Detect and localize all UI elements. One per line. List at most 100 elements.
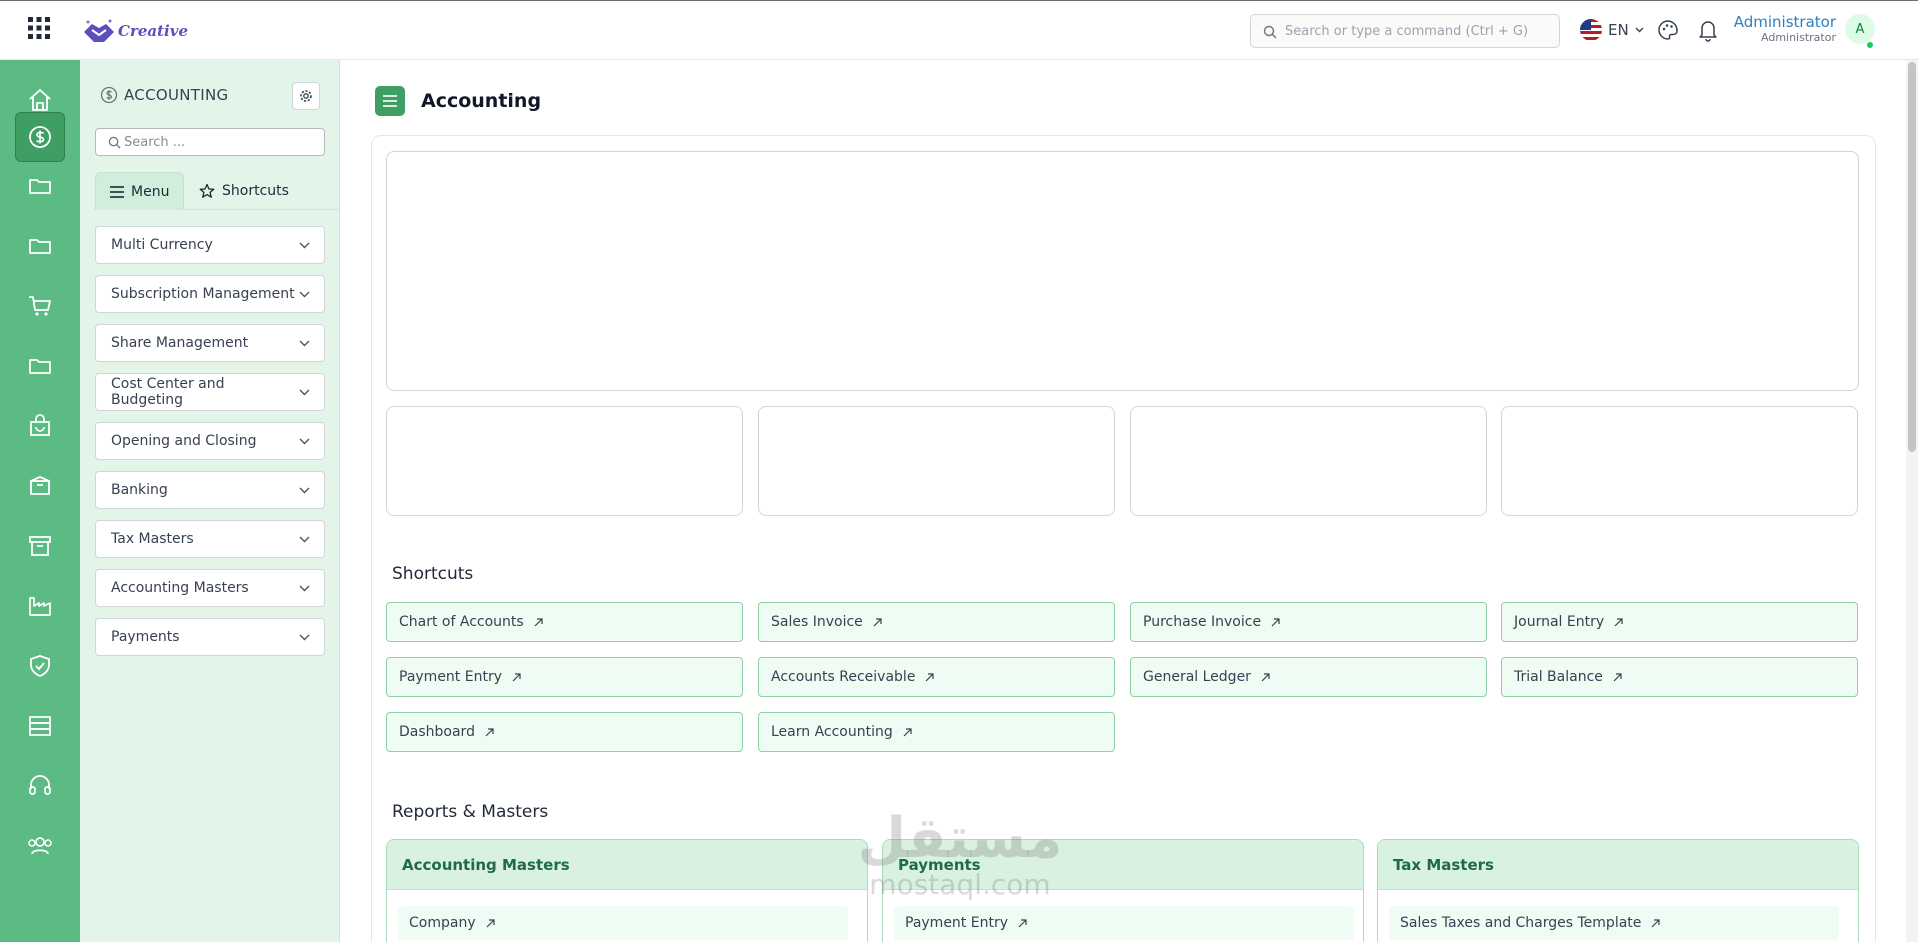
- arrow-up-right-icon: [512, 672, 521, 681]
- rail-folder-icon[interactable]: [15, 221, 65, 271]
- shortcut-label: General Ledger: [1143, 669, 1251, 685]
- shortcut-label: Learn Accounting: [771, 724, 893, 740]
- sidebar-item-label: Payments: [111, 629, 180, 645]
- user-menu[interactable]: Administrator Administrator: [1720, 13, 1836, 45]
- sidebar-item-accounting-masters[interactable]: Accounting Masters: [95, 569, 325, 607]
- arrow-up-right-icon: [1614, 617, 1623, 626]
- tab-shortcuts[interactable]: Shortcuts: [185, 172, 303, 210]
- report-card-accounting-masters: Accounting Masters Company: [386, 839, 868, 942]
- shortcut-trial-balance[interactable]: Trial Balance: [1501, 657, 1858, 697]
- logo-text: Creative: [118, 22, 188, 40]
- sidebar-search[interactable]: [95, 128, 325, 156]
- shortcut-accounts-receivable[interactable]: Accounts Receivable: [758, 657, 1115, 697]
- rail-headset-icon[interactable]: [15, 761, 65, 811]
- sidebar-item-label: Cost Center and Budgeting: [111, 376, 225, 408]
- module-rail: [0, 60, 80, 942]
- sidebar-item-cost-center[interactable]: Cost Center and Budgeting: [95, 373, 325, 411]
- shortcut-learn-accounting[interactable]: Learn Accounting: [758, 712, 1115, 752]
- sidebar-item-payments[interactable]: Payments: [95, 618, 325, 656]
- arrow-up-right-icon: [486, 918, 495, 927]
- sidebar-item-label: Multi Currency: [111, 237, 213, 253]
- dollar-circle-icon: [100, 86, 118, 104]
- arrow-up-right-icon: [1018, 918, 1027, 927]
- shortcut-purchase-invoice[interactable]: Purchase Invoice: [1130, 602, 1487, 642]
- report-card-title: Payments: [883, 840, 1363, 890]
- shortcut-label: Journal Entry: [1514, 614, 1605, 630]
- notifications-bell-icon[interactable]: [1697, 18, 1719, 42]
- page-scrollbar[interactable]: [1906, 60, 1918, 942]
- tab-menu[interactable]: Menu: [95, 172, 185, 210]
- language-selector[interactable]: EN: [1580, 19, 1644, 41]
- chevron-down-icon: [299, 389, 310, 395]
- gear-icon: [300, 90, 312, 102]
- arrow-up-right-icon: [903, 727, 912, 736]
- arrow-up-right-icon: [1261, 672, 1270, 681]
- sidebar-item-label: Tax Masters: [111, 531, 194, 547]
- language-label: EN: [1608, 21, 1629, 39]
- chevron-down-icon: [299, 438, 310, 444]
- list-icon: [110, 185, 124, 198]
- scrollbar-thumb[interactable]: [1908, 62, 1916, 452]
- sidebar-item-label: Accounting Masters: [111, 580, 249, 596]
- sidebar-search-input[interactable]: [124, 129, 324, 155]
- rail-box-icon[interactable]: [15, 461, 65, 511]
- sidebar-item-label: Subscription Management: [111, 286, 295, 302]
- report-card-title: Tax Masters: [1378, 840, 1858, 890]
- star-icon: [199, 183, 215, 198]
- number-card: [1501, 406, 1858, 516]
- shortcut-payment-entry[interactable]: Payment Entry: [386, 657, 743, 697]
- sidebar-item-opening-closing[interactable]: Opening and Closing: [95, 422, 325, 460]
- workspace-sidebar: ACCOUNTING Menu Shortcuts Multi Currency…: [80, 60, 340, 942]
- avatar[interactable]: A: [1845, 14, 1875, 44]
- sidebar-item-subscription-management[interactable]: Subscription Management: [95, 275, 325, 313]
- shortcut-dashboard[interactable]: Dashboard: [386, 712, 743, 752]
- arrow-up-right-icon: [534, 617, 543, 626]
- search-icon: [108, 136, 121, 149]
- toggle-sidebar-button[interactable]: [375, 86, 405, 116]
- report-card-payments: Payments Payment Entry: [882, 839, 1364, 942]
- command-search-input[interactable]: [1285, 23, 1559, 39]
- report-link-payment-entry[interactable]: Payment Entry: [894, 906, 1354, 940]
- apps-grid-icon[interactable]: [28, 17, 54, 43]
- number-card: [386, 406, 743, 516]
- rail-archive-icon[interactable]: [15, 521, 65, 571]
- sidebar-item-share-management[interactable]: Share Management: [95, 324, 325, 362]
- command-search[interactable]: [1250, 14, 1560, 48]
- sidebar-item-multi-currency[interactable]: Multi Currency: [95, 226, 325, 264]
- arrow-up-right-icon: [873, 617, 882, 626]
- us-flag-icon: [1580, 19, 1602, 41]
- tab-shortcuts-label: Shortcuts: [222, 183, 289, 199]
- report-link-sales-taxes-template[interactable]: Sales Taxes and Charges Template: [1389, 906, 1839, 940]
- rail-cart-icon[interactable]: [15, 281, 65, 331]
- report-link-company[interactable]: Company: [398, 906, 848, 940]
- report-link-label: Payment Entry: [905, 915, 1008, 931]
- shortcut-chart-of-accounts[interactable]: Chart of Accounts: [386, 602, 743, 642]
- arrow-up-right-icon: [926, 672, 935, 681]
- rail-server-icon[interactable]: [15, 701, 65, 751]
- workspace-main: Accounting Shortcuts Chart of Accounts S…: [340, 60, 1918, 942]
- sidebar-tabs: Menu Shortcuts: [95, 172, 340, 210]
- reports-section-title: Reports & Masters: [392, 802, 549, 822]
- shortcut-label: Trial Balance: [1514, 669, 1603, 685]
- search-icon: [1263, 25, 1277, 39]
- number-card: [1130, 406, 1487, 516]
- shortcut-sales-invoice[interactable]: Sales Invoice: [758, 602, 1115, 642]
- shortcut-general-ledger[interactable]: General Ledger: [1130, 657, 1487, 697]
- palette-icon[interactable]: [1657, 19, 1679, 41]
- tab-menu-label: Menu: [131, 183, 170, 200]
- rail-shopping-bag-icon[interactable]: [15, 401, 65, 451]
- brand-logo[interactable]: Creative: [82, 13, 188, 49]
- shortcut-journal-entry[interactable]: Journal Entry: [1501, 602, 1858, 642]
- sidebar-item-label: Opening and Closing: [111, 433, 257, 449]
- rail-accounting-dollar-icon[interactable]: [15, 112, 65, 162]
- rail-folder-icon[interactable]: [15, 341, 65, 391]
- shortcut-label: Chart of Accounts: [399, 614, 524, 630]
- rail-factory-icon[interactable]: [15, 581, 65, 631]
- sidebar-item-banking[interactable]: Banking: [95, 471, 325, 509]
- rail-shield-check-icon[interactable]: [15, 641, 65, 691]
- sidebar-settings-button[interactable]: [292, 82, 320, 110]
- rail-folder-icon[interactable]: [15, 161, 65, 211]
- rail-users-icon[interactable]: [15, 821, 65, 871]
- sidebar-item-tax-masters[interactable]: Tax Masters: [95, 520, 325, 558]
- number-card: [758, 406, 1115, 516]
